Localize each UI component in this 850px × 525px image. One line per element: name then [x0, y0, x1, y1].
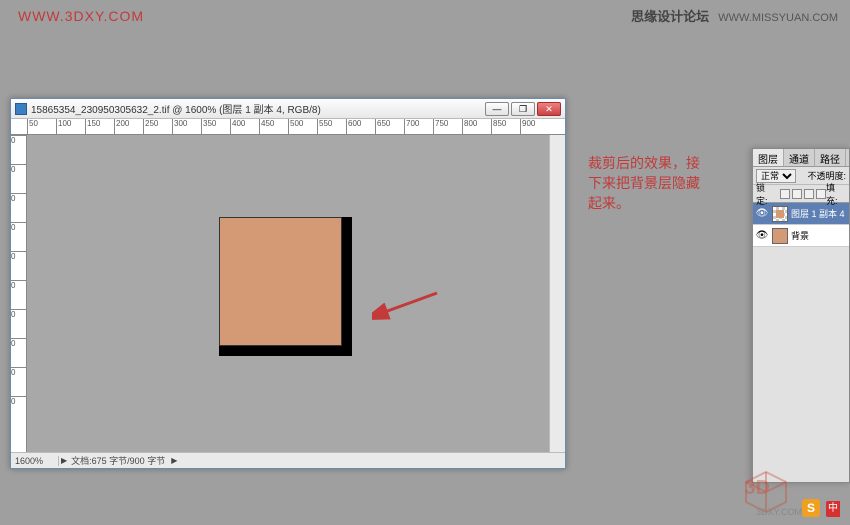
canvas-artwork-black: [219, 217, 352, 356]
lock-position-icon[interactable]: [804, 189, 814, 199]
ruler-tick: 0: [11, 251, 26, 280]
lock-transparency-icon[interactable]: [780, 189, 790, 199]
ruler-tick: 850: [491, 119, 520, 134]
maximize-button[interactable]: ❐: [511, 102, 535, 116]
tab-paths[interactable]: 路径: [815, 149, 846, 166]
bottom-url: 3DXY.COM: [756, 507, 802, 517]
ruler-tick: 500: [288, 119, 317, 134]
ruler-tick: 750: [433, 119, 462, 134]
lock-fill-row: 锁定: 填充:: [753, 185, 849, 203]
vertical-scrollbar[interactable]: [549, 135, 565, 452]
ruler-tick: 800: [462, 119, 491, 134]
ruler-tick: 700: [404, 119, 433, 134]
layers-panel: 图层 通道 路径 正常 不透明度: 锁定: 填充: 👁 图层 1 副本 4 👁 …: [752, 148, 850, 483]
visibility-eye-icon[interactable]: 👁: [755, 208, 769, 219]
lock-all-icon[interactable]: [816, 189, 826, 199]
panel-tabs: 图层 通道 路径: [753, 149, 849, 167]
ruler-tick: 900: [520, 119, 549, 134]
chevron-icon[interactable]: ▶: [171, 456, 177, 465]
ruler-tick: 450: [259, 119, 288, 134]
ruler-tick: 300: [172, 119, 201, 134]
layer-item[interactable]: 👁 背景: [753, 225, 849, 247]
arrow-icon: [372, 285, 442, 326]
document-info: 文档:675 字节/900 字节: [67, 454, 169, 467]
ruler-tick: 550: [317, 119, 346, 134]
minimize-button[interactable]: —: [485, 102, 509, 116]
top-left-watermark: WWW.3DXY.COM: [18, 8, 144, 24]
canvas-artwork-tan: [219, 217, 342, 346]
vertical-ruler[interactable]: 0 0 0 0 0 0 0 0 0 0: [11, 135, 27, 452]
ruler-tick: 250: [143, 119, 172, 134]
cn-badge-icon: 中: [826, 501, 840, 517]
status-bar: 1600% ▶ 文档:675 字节/900 字节 ▶: [11, 452, 565, 468]
layer-thumbnail[interactable]: [772, 206, 788, 222]
lock-label: 锁定:: [756, 181, 776, 207]
ruler-tick: 350: [201, 119, 230, 134]
horizontal-ruler[interactable]: 50 100 150 200 250 300 350 400 450 500 5…: [11, 119, 565, 135]
ruler-tick: 0: [11, 338, 26, 367]
ruler-tick: 0: [11, 193, 26, 222]
ruler-tick: 600: [346, 119, 375, 134]
forum-name: 思缘设计论坛: [631, 9, 709, 24]
ruler-tick: 200: [114, 119, 143, 134]
ruler-tick: 0: [11, 164, 26, 193]
top-right-watermark: 思缘设计论坛 WWW.MISSYUAN.COM: [631, 6, 838, 25]
tab-channels[interactable]: 通道: [784, 149, 815, 166]
layer-name[interactable]: 背景: [791, 229, 809, 242]
ruler-tick: 0: [11, 222, 26, 251]
lock-icons: [780, 189, 826, 199]
ruler-tick: 400: [230, 119, 259, 134]
ruler-tick: 50: [27, 119, 56, 134]
ruler-tick: 0: [11, 309, 26, 338]
annotation-line: 裁剪后的效果，接: [588, 153, 700, 173]
annotation-text: 裁剪后的效果，接 下来把背景层隐藏 起来。: [588, 153, 700, 213]
tab-layers[interactable]: 图层: [753, 149, 784, 166]
fill-label: 填充:: [826, 181, 846, 207]
s-badge-icon: S: [802, 499, 820, 517]
window-titlebar[interactable]: 15865354_230950305632_2.tif @ 1600% (图层 …: [11, 99, 565, 119]
forum-url: WWW.MISSYUAN.COM: [718, 12, 838, 24]
layer-name[interactable]: 图层 1 副本 4: [791, 207, 845, 220]
ruler-tick: 0: [11, 135, 26, 164]
ruler-tick: 0: [11, 280, 26, 309]
visibility-eye-icon[interactable]: 👁: [755, 230, 769, 241]
photoshop-document-window: 15865354_230950305632_2.tif @ 1600% (图层 …: [10, 98, 566, 469]
ruler-tick: 650: [375, 119, 404, 134]
lock-pixels-icon[interactable]: [792, 189, 802, 199]
ruler-tick: 100: [56, 119, 85, 134]
annotation-line: 起来。: [588, 193, 700, 213]
close-button[interactable]: ✕: [537, 102, 561, 116]
zoom-level[interactable]: 1600%: [11, 456, 59, 466]
ruler-tick: 0: [11, 396, 26, 425]
layer-thumbnail[interactable]: [772, 228, 788, 244]
window-controls: — ❐ ✕: [485, 102, 561, 116]
ruler-tick: 150: [85, 119, 114, 134]
photoshop-icon: [15, 103, 27, 115]
canvas-area[interactable]: [27, 135, 549, 452]
ruler-tick: 0: [11, 367, 26, 396]
document-title: 15865354_230950305632_2.tif @ 1600% (图层 …: [31, 101, 485, 116]
annotation-line: 下来把背景层隐藏: [588, 173, 700, 193]
